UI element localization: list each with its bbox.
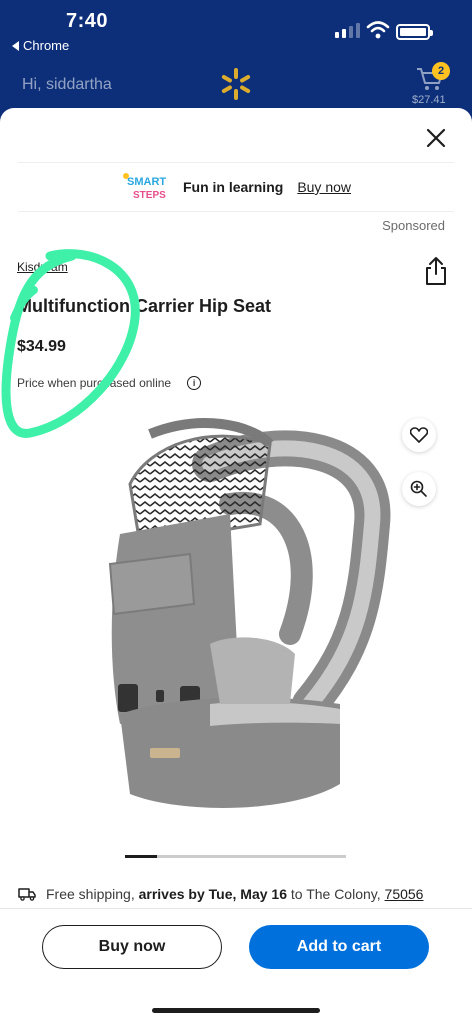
shipping-prefix: Free shipping,: [46, 886, 135, 902]
heart-icon: [410, 427, 428, 443]
gallery-pagination-active: [125, 855, 157, 858]
gallery-pagination[interactable]: [125, 855, 346, 858]
sponsored-label: Sponsored: [382, 218, 445, 233]
back-app-label: Chrome: [23, 38, 70, 53]
favorite-button[interactable]: [402, 418, 436, 452]
cart-total: $27.41: [412, 94, 446, 106]
shipping-arrival: arrives by Tue, May 16: [138, 886, 287, 902]
share-icon[interactable]: [424, 256, 448, 286]
product-image[interactable]: [60, 404, 412, 844]
shipping-zip-link[interactable]: 75056: [385, 886, 424, 902]
ad-text: Fun in learning: [182, 179, 284, 195]
greeting-text: Hi, siddartha: [22, 76, 112, 93]
home-indicator[interactable]: [152, 1008, 320, 1013]
smart-steps-logo: SMART STEPS: [122, 173, 166, 201]
back-arrow-icon: [12, 40, 19, 51]
divider: [0, 908, 472, 909]
cart-button[interactable]: 2 $27.41: [412, 62, 452, 106]
price-note: Price when purchased online i: [17, 376, 202, 390]
shipping-destination: to The Colony,: [290, 886, 381, 902]
svg-text:SMART: SMART: [127, 176, 166, 188]
battery-icon: [396, 24, 433, 40]
cart-count-badge: 2: [432, 62, 450, 80]
back-to-app-link[interactable]: Chrome: [12, 38, 69, 53]
shipping-text: Free shipping, arrives by Tue, May 16 to…: [46, 886, 423, 902]
zoom-icon: [410, 480, 427, 497]
cellular-signal-icon: [335, 22, 360, 38]
close-icon[interactable]: [424, 126, 448, 150]
zoom-button[interactable]: [402, 472, 436, 506]
product-sheet: SMART STEPS Fun in learning Buy now Spon…: [0, 108, 472, 1024]
status-time: 7:40: [66, 10, 109, 32]
brand-link[interactable]: Kisdream: [17, 260, 68, 274]
ad-buy-now-link[interactable]: Buy now: [297, 179, 351, 195]
buy-now-button[interactable]: Buy now: [42, 925, 222, 969]
status-bar: 7:40 Chrome: [0, 0, 472, 60]
sponsored-ad-banner[interactable]: SMART STEPS Fun in learning Buy now: [18, 162, 454, 212]
svg-text:STEPS: STEPS: [133, 190, 166, 201]
add-to-cart-button[interactable]: Add to cart: [249, 925, 429, 969]
shipping-info: Free shipping, arrives by Tue, May 16 to…: [18, 886, 458, 902]
spark-logo-icon[interactable]: [218, 66, 254, 102]
product-title: Multifunction Carrier Hip Seat: [17, 296, 272, 316]
truck-icon: [18, 888, 36, 901]
product-price: $34.99: [17, 338, 66, 355]
wifi-icon: [366, 21, 390, 39]
app-header: Hi, siddartha 2 $27.41: [0, 60, 472, 108]
price-note-text: Price when purchased online: [17, 376, 172, 390]
info-icon[interactable]: i: [187, 376, 202, 390]
